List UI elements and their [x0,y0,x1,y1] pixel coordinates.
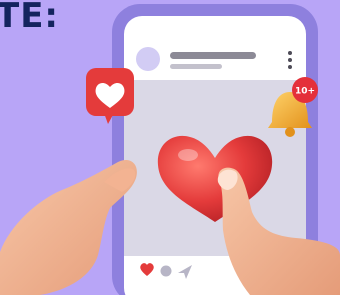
username-placeholder [170,52,256,59]
avatar[interactable] [136,47,160,71]
subtitle-placeholder [170,64,222,69]
bell-clapper [285,127,295,137]
comment-icon[interactable] [160,265,172,277]
like-notification [86,68,134,124]
notification-count: 10+ [295,87,315,97]
phone-scene: 10+ [0,4,340,295]
heart-highlight [178,149,198,161]
more-vertical-icon[interactable] [288,51,292,69]
